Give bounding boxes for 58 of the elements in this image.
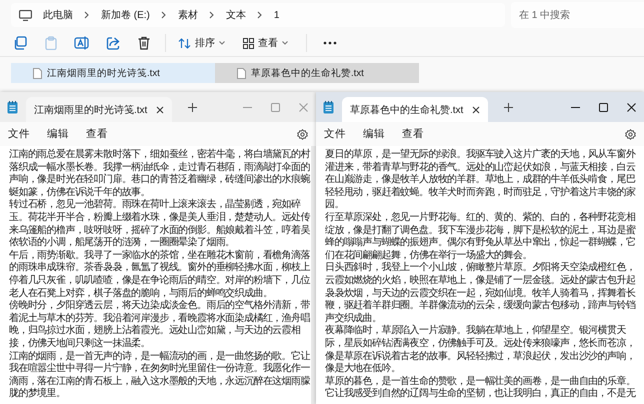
breadcrumb-item[interactable]: 1 [274, 10, 280, 20]
breadcrumb-item[interactable]: 文本 [226, 8, 246, 22]
text-paragraph: 傍晚时分，夕阳穿透云层，将天边染成淡金色。雨后的空气格外清新，带着泥土与草木的芬芳。我沿着河岸漫步，看晚霞将水面染成橘红，渔舟唱晚，归鸟掠过水面，翅膀上沾着霞光。远处山峦如黛，与天边的云霞相接，仿佛天地间只剩这一抹温柔。 [9, 300, 311, 350]
menu-item[interactable]: 查看 [86, 127, 108, 141]
text-paragraph: 日头西斜时，我登上一个小山坡，俯瞰整片草原。夕阳将天空染成橙红色，云霞如燃烧的火焰，映照在草地上，像是铺了一层金毯。远处的蒙古包升起袅袅炊烟，与天边的云霞交织在一起，宛如仙境。牧羊人骑着马，挥舞着长鞭，驱赶着羊群归圈。羊群像流动的云朵，缓缓向蒙古包移动，蹄声与铃铛声交织成曲。 [325, 262, 636, 324]
notepad-icon [7, 100, 18, 114]
document-tab[interactable]: 草原暮色中的生命礼赞.txt [342, 97, 488, 122]
text-paragraph: 江南的雨总爱在晨雾未散时落下，细如蚕丝，密若牛毫，将白墙黛瓦的村落织成一幅水墨长卷。我撑一柄油纸伞，走过青石巷陌，雨滴敲打伞面的声响，像是时光在轻叩门扉。巷口的青苔泛着幽绿，砖缝间渗出的水痕蜿蜒如篆，仿佛在诉说千年的故事。 [9, 149, 311, 198]
menu-item[interactable]: 查看 [402, 127, 424, 141]
file-item[interactable]: 江南烟雨里的时光诗笺.txt [11, 63, 215, 83]
text-paragraph: 午后，雨势渐歇。我寻了一家临水的茶馆，坐在雕花木窗前，看檐角滴落的雨珠串成珠帘。茶香袅袅，氤氲了视线。窗外的垂柳轻拂水面，柳枝上停着几只灰雀，叽叽喳喳，像是在争论雨后的晴空。对岸的粉墙下，几位老人在石凳上对弈，棋子落盘的脆响，与雨后的蝉鸣交织成曲。 [9, 250, 311, 300]
chevron-icon [84, 11, 90, 19]
notepad-icon [323, 100, 334, 114]
minimize-icon[interactable] [571, 106, 580, 108]
maximize-icon[interactable] [599, 102, 608, 112]
settings-icon[interactable] [297, 128, 308, 140]
menu-item[interactable]: 文件 [324, 127, 346, 141]
close-icon[interactable] [156, 106, 164, 114]
tab-title: 江南烟雨里的时光诗笺.txt [34, 104, 148, 116]
menu-item[interactable]: 文件 [8, 127, 30, 141]
chevron-icon [208, 11, 215, 19]
breadcrumb-item[interactable]: 此电脑 [43, 8, 73, 22]
grid-icon [243, 38, 254, 48]
menu-item[interactable]: 编辑 [47, 127, 69, 141]
menu-item[interactable]: 编辑 [363, 127, 385, 141]
settings-icon[interactable] [625, 128, 636, 140]
close-icon[interactable] [472, 106, 480, 114]
trash-icon[interactable] [136, 36, 150, 50]
plus-icon[interactable] [188, 102, 197, 112]
text-paragraph: 夜幕降临时，草原陷入一片寂静。我躺在草地上，仰望星空。银河横贯天际，星辰如碎钻洒满夜空，仿佛触手可及。远处传来狼嚎声，悠长而苍凉，像是草原在诉说着古老的故事。风轻轻拂过，草浪起伏，发出沙沙的声响，像是大地在低吟。 [325, 325, 636, 376]
caret-icon [282, 41, 288, 45]
text-paragraph: 转过石桥，忽见一池碧荷。雨珠在荷叶上滚来滚去，晶莹剔透，宛如碎玉。荷花半开半合，粉瓣上缀着水珠，像是美人垂泪，楚楚动人。远处传来乌篷船的橹声，吱呀吱呀，摇碎了水面的倒影。船娘戴着斗笠，哼着吴侬软语的小调，船尾荡开的涟漪，一圈圈晕染了烟雨。 [9, 199, 311, 250]
computer-icon [19, 10, 32, 20]
text-paragraph: 行至草原深处，忽见一片野花海。红的、黄的、紫的、白的，各种野花竞相绽放，像是打翻了调色盘。我下车漫步花海，脚下是松软的泥土，耳边是蜜蜂的嗡嗡声与蝴蝶的振翅声。偶尔有野兔从草丛中窜出，惊起一群蝴蝶，它们在花间翩翩起舞，仿佛在举行一场盛大的舞会。 [325, 212, 636, 262]
address-bar[interactable]: 此电脑 新加卷 (E:) 素材 文本 1 [11, 3, 505, 27]
breadcrumb-item[interactable]: 新加卷 (E:) [101, 8, 150, 22]
caret-icon [219, 41, 225, 45]
more-icon[interactable] [323, 41, 337, 45]
file-item[interactable]: 草原暮色中的生命礼赞.txt [215, 63, 419, 83]
sort-button[interactable]: 排序 [172, 33, 231, 53]
close-icon[interactable] [627, 102, 636, 112]
text-file-icon [33, 68, 42, 78]
text-paragraph: 夏日的草原，是一望无际的绿浪。我驱车驶入这片广袤的天地，风从车窗外灌进来，带着青草与野花的香气。远处的山峦起伏如浪，与蓝天相接，白云在山巅游走，像是牧羊人放牧的羊群。草地上，成群的牛羊低头啃食，尾巴轻轻甩动，驱赶着蚊蝇。牧羊犬时而奔跑，时而驻足，守护着这片丰饶的家园。 [325, 149, 636, 212]
chevron-icon [160, 11, 167, 19]
tab-title: 草原暮色中的生命礼赞.txt [350, 104, 464, 116]
rename-icon[interactable] [74, 36, 90, 50]
breadcrumb-item[interactable]: 素材 [178, 8, 198, 22]
view-button[interactable]: 查看 [237, 33, 294, 53]
text-file-icon [237, 68, 246, 78]
chevron-icon [256, 11, 263, 19]
plus-icon[interactable] [504, 102, 513, 112]
document-tab[interactable]: 江南烟雨里的时光诗笺.txt [26, 97, 172, 122]
text-paragraph: 江南的烟雨，是一首无声的诗，是一幅流动的画，是一曲悠扬的歌。它让我在喧嚣尘世中寻得一片宁静，在匆匆时光里留住一份诗意。我愿化作一滴雨，落在江南的青石板上，融入这水墨般的天地，永远沉醉在这烟雨朦胧的梦境里。 [9, 350, 311, 401]
sort-icon [178, 38, 191, 48]
search-field[interactable]: 在 1 中搜索 [511, 2, 644, 28]
text-paragraph: 草原的暮色，是一首生命的赞歌，是一幅壮美的画卷，是一曲自由的乐章。它让我感受到自然的辽阔与生命的坚韧，也让我明白，真正的自由，不是无 [325, 376, 636, 401]
share-icon[interactable] [106, 36, 120, 50]
copy-icon[interactable] [12, 36, 26, 50]
